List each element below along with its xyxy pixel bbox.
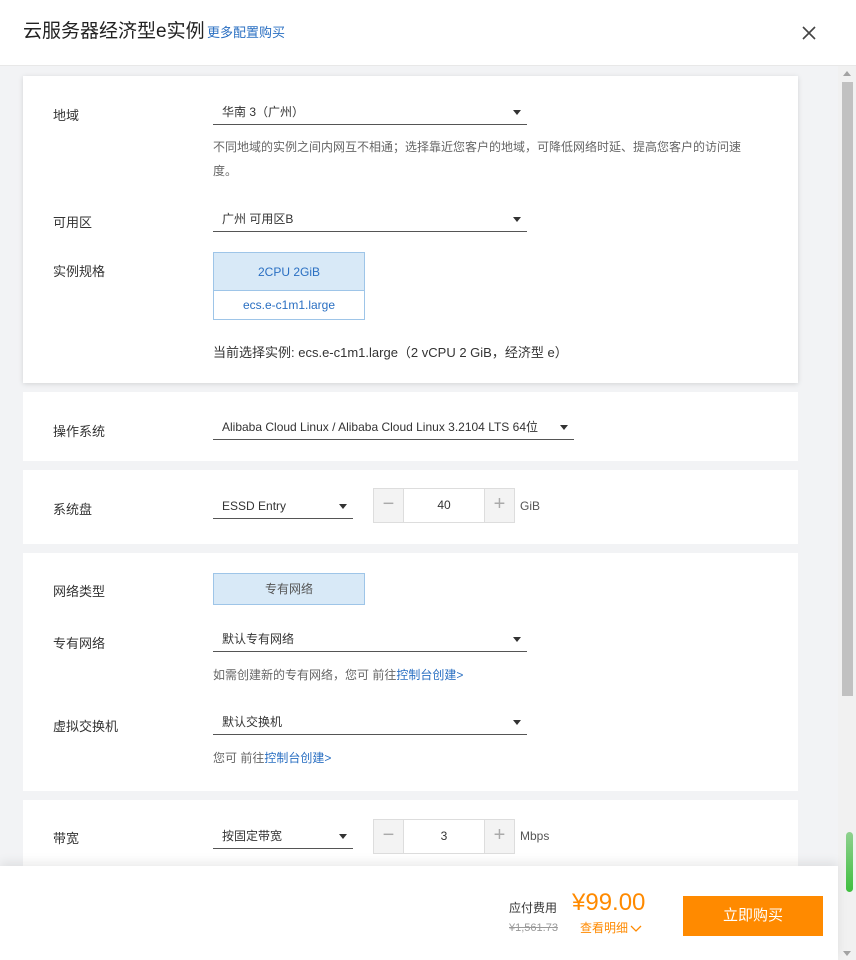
vswitch-value: 默认交换机	[222, 715, 283, 729]
vswitch-select[interactable]: 默认交换机	[213, 708, 527, 735]
vswitch-console-link[interactable]: 控制台创建>	[264, 751, 331, 765]
caret-down-icon	[560, 425, 568, 430]
zone-label: 可用区	[53, 215, 93, 230]
more-config-link[interactable]: 更多配置购买	[207, 24, 285, 42]
bandwidth-type-value: 按固定带宽	[222, 829, 283, 843]
purchase-footer: 应付费用 ¥99.00 ¥1,561.73 查看明细 立即购买	[0, 866, 838, 960]
scrollbar[interactable]	[838, 66, 856, 960]
network-card: 网络类型 专有网络 专有网络 默认专有网络 如需创建新的专有网络，您可 前往控制…	[23, 553, 798, 791]
dialog-title: 云服务器经济型e实例	[23, 21, 205, 42]
os-value: Alibaba Cloud Linux / Alibaba Cloud Linu…	[222, 420, 538, 434]
vpc-select[interactable]: 默认专有网络	[213, 625, 527, 652]
os-card: 操作系统 Alibaba Cloud Linux / Alibaba Cloud…	[23, 392, 798, 461]
region-select[interactable]: 华南 3（广州）	[213, 98, 527, 125]
vswitch-hint-text: 您可 前往	[213, 751, 265, 765]
spec-label: 实例规格	[53, 264, 106, 279]
zone-value: 广州 可用区B	[222, 212, 294, 226]
vpc-value: 默认专有网络	[222, 632, 295, 646]
disk-label: 系统盘	[53, 502, 93, 517]
disk-size-input[interactable]: 40	[405, 489, 483, 522]
disk-type-value: ESSD Entry	[222, 499, 287, 513]
spec-type: ecs.e-c1m1.large	[242, 298, 336, 312]
view-details-link[interactable]: 查看明细	[580, 920, 642, 936]
close-icon[interactable]	[797, 21, 821, 45]
config-form: 地域 华南 3（广州） 不同地域的实例之间内网互不相通；选择靠近您客户的地域，可…	[0, 66, 838, 866]
bandwidth-type-select[interactable]: 按固定带宽	[213, 822, 353, 849]
fee-label: 应付费用	[509, 901, 558, 915]
instance-card: 地域 华南 3（广州） 不同地域的实例之间内网互不相通；选择靠近您客户的地域，可…	[23, 76, 798, 383]
dialog-header: 云服务器经济型e实例 更多配置购买	[0, 0, 856, 66]
scrollbar-thumb[interactable]	[842, 82, 853, 696]
bandwidth-stepper: − 3 +	[373, 819, 515, 854]
caret-down-icon	[339, 504, 347, 509]
os-select[interactable]: Alibaba Cloud Linux / Alibaba Cloud Linu…	[213, 413, 574, 440]
increment-button[interactable]: +	[484, 489, 514, 522]
vswitch-hint: 您可 前往控制台创建>	[213, 746, 331, 770]
bandwidth-unit: Mbps	[520, 829, 550, 843]
bandwidth-card: 带宽 按固定带宽 − 3 + Mbps	[23, 800, 798, 866]
spec-cpu-mem: 2CPU 2GiB	[214, 253, 364, 291]
caret-down-icon	[513, 637, 521, 642]
chevron-down-icon	[630, 925, 642, 932]
current-selection-text: 当前选择实例: ecs.e-c1m1.large（2 vCPU 2 GiB，经济…	[213, 345, 568, 360]
view-details-label: 查看明细	[580, 921, 629, 935]
vswitch-label: 虚拟交换机	[53, 719, 119, 734]
disk-type-select[interactable]: ESSD Entry	[213, 492, 353, 519]
increment-button[interactable]: +	[484, 820, 514, 853]
disk-unit: GiB	[520, 499, 541, 513]
bandwidth-label: 带宽	[53, 831, 80, 846]
region-label: 地域	[53, 108, 80, 123]
price: ¥99.00	[572, 889, 646, 916]
disk-card: 系统盘 ESSD Entry − 40 + GiB	[23, 470, 798, 544]
decrement-button[interactable]: −	[374, 489, 404, 522]
caret-down-icon	[339, 834, 347, 839]
caret-down-icon	[513, 720, 521, 725]
scroll-down-icon[interactable]	[843, 951, 851, 956]
zone-select[interactable]: 广州 可用区B	[213, 205, 527, 232]
bandwidth-input[interactable]: 3	[405, 820, 483, 853]
network-type-label: 网络类型	[53, 584, 106, 599]
region-value: 华南 3（广州）	[222, 105, 305, 119]
buy-now-button[interactable]: 立即购买	[683, 896, 823, 936]
original-price: ¥1,561.73	[509, 922, 558, 934]
vpc-hint: 如需创建新的专有网络，您可 前往控制台创建>	[213, 663, 463, 687]
spec-option-selected[interactable]: 2CPU 2GiB ecs.e-c1m1.large	[213, 252, 365, 320]
side-float-tab[interactable]	[846, 832, 853, 892]
vpc-label: 专有网络	[53, 636, 106, 651]
caret-down-icon	[513, 110, 521, 115]
vpc-hint-text: 如需创建新的专有网络，您可 前往	[213, 668, 397, 682]
caret-down-icon	[513, 217, 521, 222]
os-label: 操作系统	[53, 424, 106, 439]
decrement-button[interactable]: −	[374, 820, 404, 853]
network-type-option-selected[interactable]: 专有网络	[213, 573, 365, 605]
disk-size-stepper: − 40 +	[373, 488, 515, 523]
vpc-console-link[interactable]: 控制台创建>	[396, 668, 463, 682]
scroll-up-icon[interactable]	[843, 71, 851, 76]
region-hint: 不同地域的实例之间内网互不相通；选择靠近您客户的地域，可降低网络时延、提高您客户…	[213, 140, 742, 178]
